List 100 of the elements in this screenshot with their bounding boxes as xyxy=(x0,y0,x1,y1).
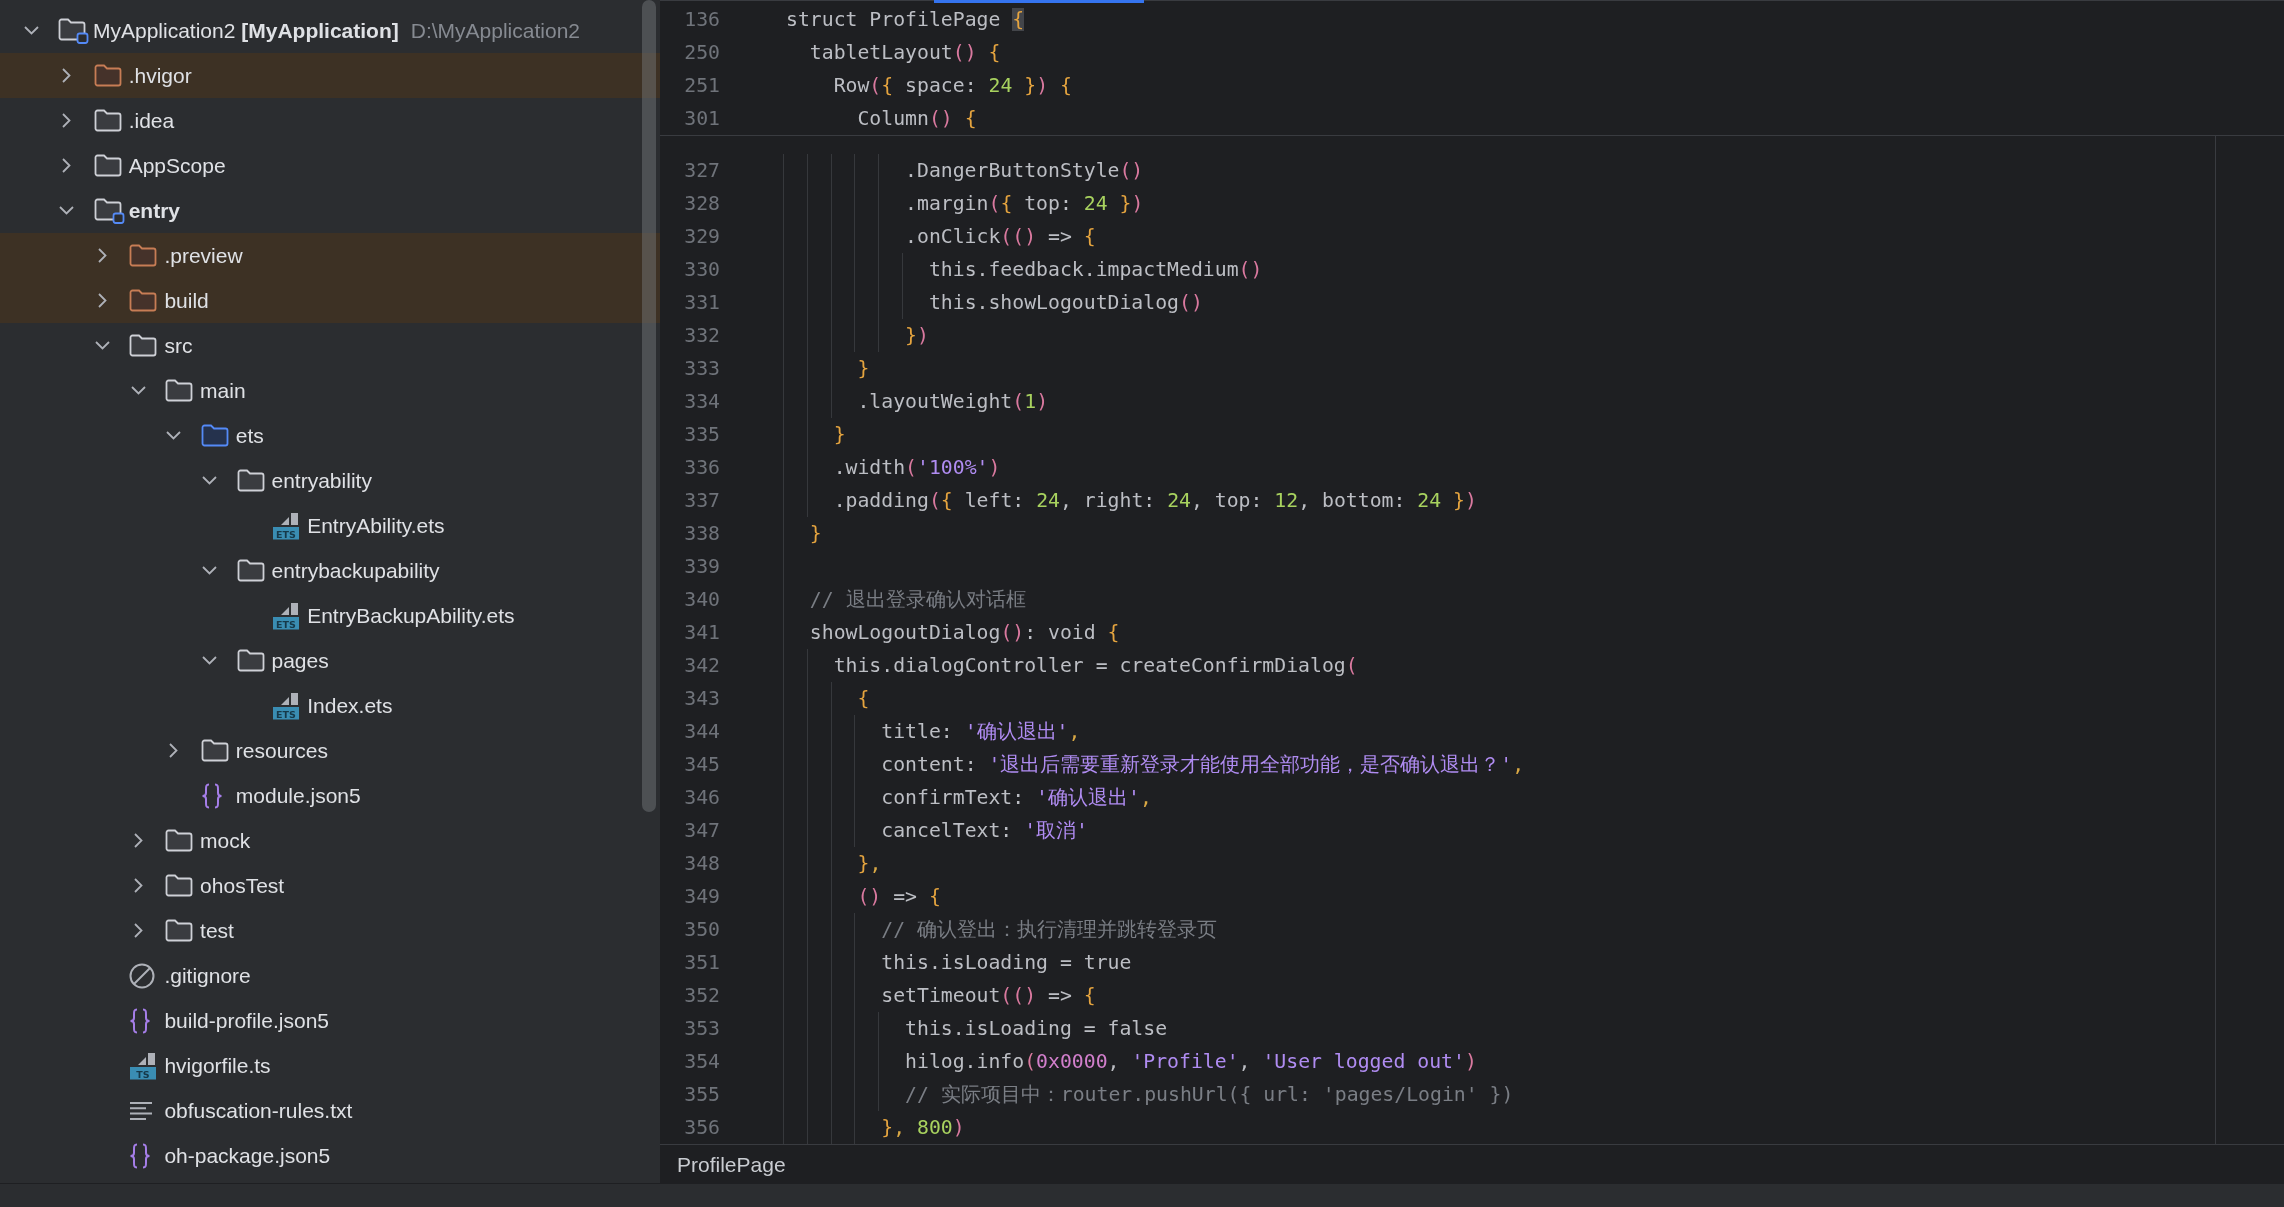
chevron-down-icon[interactable] xyxy=(94,341,110,350)
folder-icon xyxy=(93,154,122,177)
chevron-right-icon[interactable] xyxy=(133,878,143,893)
line-number: 338 xyxy=(683,522,720,545)
folder-name[interactable]: .preview xyxy=(164,243,243,268)
code-line: .layoutWeight(1) xyxy=(857,390,1049,413)
file-name[interactable]: .gitignore xyxy=(164,963,251,988)
folder-icon xyxy=(93,109,122,132)
folder-name[interactable]: ets xyxy=(235,423,264,448)
file-name[interactable]: oh-package.json5 xyxy=(164,1143,331,1168)
code-line: struct ProfilePage { xyxy=(786,8,1025,31)
folder-name[interactable]: entry xyxy=(128,198,181,223)
line-number: 333 xyxy=(683,357,720,380)
file-name[interactable]: Index.ets xyxy=(307,693,393,718)
scrollbar-thumb[interactable] xyxy=(642,0,656,812)
code-line: } xyxy=(833,423,846,446)
code-line: setTimeout(() => { xyxy=(881,984,1096,1007)
chevron-down-icon[interactable] xyxy=(202,656,217,665)
chevron-right-icon[interactable] xyxy=(62,68,72,83)
file-name[interactable]: EntryAbility.ets xyxy=(307,513,445,538)
line-number: 350 xyxy=(683,918,720,941)
line-number: 251 xyxy=(683,74,720,97)
chevron-down-icon[interactable] xyxy=(130,386,146,395)
folder-icon xyxy=(129,334,158,357)
line-number: 339 xyxy=(683,555,720,578)
code-line: .padding({ left: 24, right: 24, top: 12, bottom: 24 }) xyxy=(833,489,1477,512)
chevron-right-icon[interactable] xyxy=(97,293,107,308)
code-line: hilog.info(0x0000, 'Profile', 'User logged out') xyxy=(905,1050,1477,1073)
chevron-right-icon[interactable] xyxy=(169,743,179,758)
code-line: { xyxy=(857,687,870,710)
file-name[interactable]: build-profile.json5 xyxy=(164,1008,329,1033)
folder-name[interactable]: pages xyxy=(271,648,329,673)
line-number: 340 xyxy=(683,588,720,611)
code-line: this.showLogoutDialog() xyxy=(928,291,1203,314)
code-line: .width('100%') xyxy=(833,456,1001,479)
breadcrumb-item[interactable]: ProfilePage xyxy=(677,1152,786,1177)
code-line: Row({ space: 24 }) { xyxy=(833,74,1072,97)
line-number: 352 xyxy=(683,984,720,1007)
code-line: }) xyxy=(905,324,929,347)
code-line: }, xyxy=(857,852,882,875)
folder-name[interactable]: ohosTest xyxy=(200,873,285,898)
folder-icon xyxy=(236,469,265,492)
line-number: 327 xyxy=(683,159,720,182)
code-line: .onClick(() => { xyxy=(905,225,1096,248)
file-name[interactable]: EntryBackupAbility.ets xyxy=(307,603,515,628)
code-line: content: '退出后需要重新登录才能使用全部功能，是否确认退出？', xyxy=(881,752,1525,778)
line-number: 337 xyxy=(683,489,720,512)
braces-icon xyxy=(129,1142,152,1169)
chevron-right-icon[interactable] xyxy=(97,248,107,263)
chevron-down-icon[interactable] xyxy=(23,26,39,35)
code-line: tabletLayout() { xyxy=(809,41,1001,64)
code-line: this.isLoading = false xyxy=(905,1017,1168,1040)
folder-name[interactable]: mock xyxy=(200,828,251,853)
chevron-right-icon[interactable] xyxy=(133,923,143,938)
code-line: title: '确认退出', xyxy=(881,719,1081,745)
line-number: 331 xyxy=(683,291,720,314)
chevron-down-icon[interactable] xyxy=(202,476,217,485)
line-number: 342 xyxy=(683,654,720,677)
project-name[interactable]: MyApplication2 [MyApplication] xyxy=(93,18,399,43)
chevron-right-icon[interactable] xyxy=(133,833,143,848)
folder-name[interactable]: .hvigor xyxy=(128,63,192,88)
line-number: 345 xyxy=(683,753,720,776)
file-name[interactable]: module.json5 xyxy=(235,783,361,808)
folder-name[interactable]: src xyxy=(164,333,193,358)
chevron-right-icon[interactable] xyxy=(62,113,72,128)
line-number: 351 xyxy=(683,951,720,974)
folder-name[interactable]: entrybackupability xyxy=(271,558,440,583)
chevron-down-icon[interactable] xyxy=(202,566,217,575)
code-line: () => { xyxy=(857,885,941,908)
chevron-down-icon[interactable] xyxy=(166,431,182,440)
chevron-down-icon[interactable] xyxy=(59,206,75,215)
folder-name[interactable]: main xyxy=(200,378,246,403)
line-number: 328 xyxy=(683,192,720,215)
project-path: D:\MyApplication2 xyxy=(410,18,580,43)
folder-name[interactable]: test xyxy=(200,918,234,943)
chevron-right-icon[interactable] xyxy=(62,158,72,173)
code-line: } xyxy=(857,357,870,380)
folder-icon xyxy=(200,424,229,447)
folder-name[interactable]: entryability xyxy=(271,468,372,493)
line-number: 346 xyxy=(683,786,720,809)
line-number: 329 xyxy=(683,225,720,248)
line-number: 336 xyxy=(683,456,720,479)
line-number: 334 xyxy=(683,390,720,413)
line-number: 330 xyxy=(683,258,720,281)
braces-icon xyxy=(129,1007,152,1034)
file-name[interactable]: obfuscation-rules.txt xyxy=(164,1098,353,1123)
folder-name[interactable]: build xyxy=(164,288,209,313)
line-number: 356 xyxy=(683,1116,720,1139)
code-line: .DangerButtonStyle() xyxy=(905,159,1144,182)
code-line: }, 800) xyxy=(881,1116,965,1139)
line-number: 355 xyxy=(683,1083,720,1106)
folder-name[interactable]: resources xyxy=(235,738,328,763)
folder-icon xyxy=(165,829,194,852)
line-number: 301 xyxy=(683,107,720,130)
file-name[interactable]: hvigorfile.ts xyxy=(164,1053,271,1078)
line-number: 354 xyxy=(683,1050,720,1073)
folder-icon xyxy=(129,244,158,267)
folder-name[interactable]: .idea xyxy=(128,108,175,133)
folder-name[interactable]: AppScope xyxy=(128,153,226,178)
line-number: 343 xyxy=(683,687,720,710)
